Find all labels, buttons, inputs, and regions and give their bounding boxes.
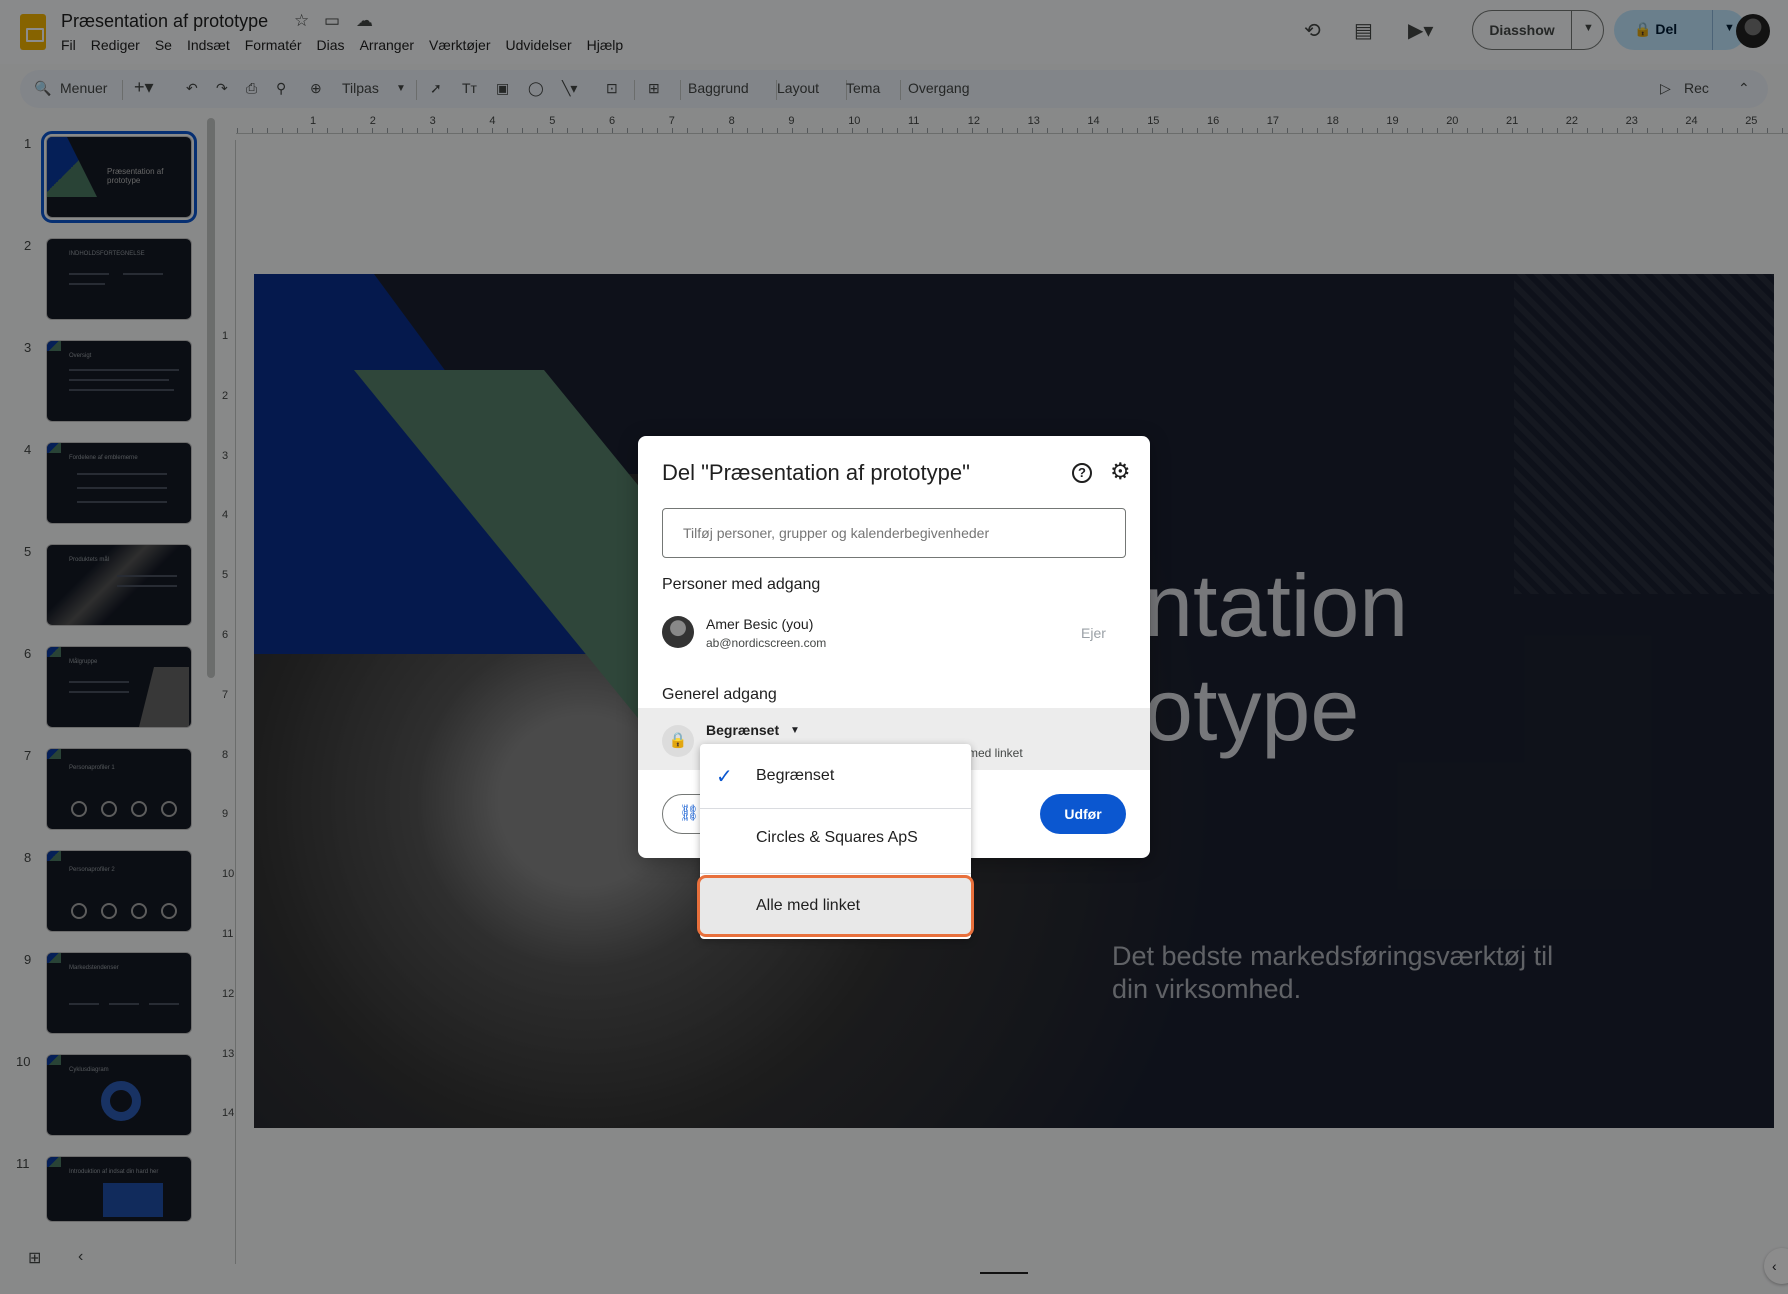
person-role: Ejer (1081, 625, 1106, 641)
chevron-down-icon[interactable]: ▼ (790, 725, 800, 736)
add-people-input[interactable] (662, 508, 1126, 558)
access-option-anyone-with-link[interactable]: Alle med linket (697, 875, 974, 937)
person-email: ab@nordicscreen.com (706, 636, 827, 650)
done-button[interactable]: Udfør (1040, 794, 1126, 834)
access-dropdown-menu: ✓ Begrænset Circles & Squares ApS Alle m… (697, 744, 974, 939)
access-select[interactable]: Begrænset (706, 722, 779, 738)
access-description: med linket (968, 746, 1023, 760)
option-label: Circles & Squares ApS (756, 829, 918, 846)
access-option-restricted[interactable]: ✓ Begrænset (700, 748, 971, 804)
help-icon[interactable]: ? (1072, 463, 1092, 483)
people-heading: Personer med adgang (662, 576, 821, 593)
option-label: Begrænset (756, 767, 835, 784)
option-label: Alle med linket (756, 897, 861, 914)
general-access-heading: Generel adgang (662, 686, 777, 703)
lock-icon: 🔒 (662, 725, 694, 757)
dialog-title: Del "Præsentation af prototype" (662, 460, 970, 485)
gear-icon[interactable]: ⚙ (1110, 458, 1131, 485)
menu-divider (700, 873, 971, 874)
link-icon: ⛓ (679, 805, 700, 822)
person-name: Amer Besic (you) (706, 616, 814, 632)
check-icon: ✓ (716, 766, 733, 788)
person-avatar (662, 616, 694, 648)
access-option-organization[interactable]: Circles & Squares ApS (700, 810, 971, 866)
menu-divider (700, 808, 971, 809)
